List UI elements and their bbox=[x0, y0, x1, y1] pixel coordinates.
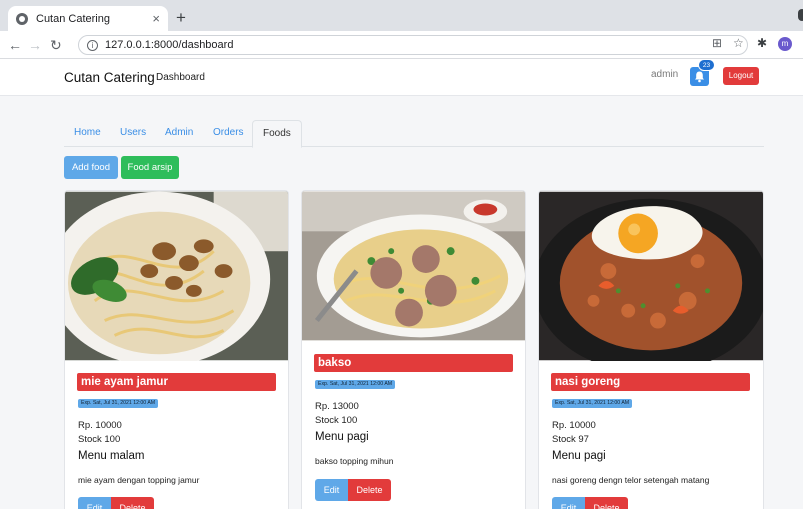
expiry-badge: Exp. Sat, Jul 31, 2021 12:00 AM bbox=[315, 380, 396, 389]
bell-icon bbox=[695, 71, 704, 83]
browser-tab[interactable]: Cutan Catering × bbox=[8, 6, 168, 31]
edit-button[interactable]: Edit bbox=[315, 479, 348, 501]
profile-avatar[interactable]: m bbox=[778, 37, 792, 51]
edit-button[interactable]: Edit bbox=[78, 497, 111, 509]
edit-button[interactable]: Edit bbox=[552, 497, 585, 509]
food-description: mie ayam dengan topping jamur bbox=[78, 475, 200, 485]
food-price: Rp. 10000 bbox=[552, 420, 596, 431]
url-text: 127.0.0.1:8000/dashboard bbox=[105, 39, 234, 51]
add-food-button[interactable]: Add food bbox=[64, 156, 118, 179]
new-tab-button[interactable]: + bbox=[176, 8, 186, 28]
globe-icon bbox=[16, 12, 28, 25]
food-price: Rp. 13000 bbox=[315, 401, 359, 412]
expiry-badge: Exp. Sat, Jul 31, 2021 12:00 AM bbox=[552, 399, 633, 408]
address-bar[interactable]: i 127.0.0.1:8000/dashboard bbox=[78, 35, 748, 55]
delete-button[interactable]: Delete bbox=[348, 479, 391, 501]
close-tab-icon[interactable]: × bbox=[152, 11, 160, 26]
extensions-puzzle-icon[interactable]: ✱ bbox=[757, 36, 767, 50]
tab-admin[interactable]: Admin bbox=[165, 127, 193, 138]
food-stock: Stock 100 bbox=[315, 415, 358, 426]
expiry-badge: Exp. Sat, Jul 31, 2021 12:00 AM bbox=[78, 399, 159, 408]
reload-icon[interactable]: ↻ bbox=[50, 35, 62, 55]
notification-count-badge: 23 bbox=[698, 59, 715, 71]
food-image bbox=[539, 191, 763, 361]
food-price: Rp. 10000 bbox=[78, 420, 122, 431]
food-image bbox=[302, 191, 525, 341]
translate-icon[interactable]: ⊞ bbox=[712, 36, 722, 50]
food-card: mie ayam jamur Exp. Sat, Jul 31, 2021 12… bbox=[64, 190, 289, 509]
browser-tab-strip: Cutan Catering × + bbox=[0, 0, 803, 31]
food-card: nasi goreng Exp. Sat, Jul 31, 2021 12:00… bbox=[538, 190, 764, 509]
forward-arrow-icon[interactable]: → bbox=[28, 35, 42, 55]
logout-button[interactable]: Logout bbox=[723, 67, 759, 85]
food-name: mie ayam jamur bbox=[77, 373, 276, 391]
food-menu: Menu pagi bbox=[552, 450, 606, 462]
tab-users[interactable]: Users bbox=[120, 127, 146, 138]
food-menu: Menu malam bbox=[78, 450, 145, 462]
brand-logo[interactable]: Cutan Catering bbox=[64, 70, 155, 85]
nav-dashboard-link[interactable]: Dashboard bbox=[156, 72, 205, 83]
delete-button[interactable]: Delete bbox=[111, 497, 154, 509]
food-image bbox=[65, 191, 288, 361]
user-name[interactable]: admin bbox=[651, 69, 678, 80]
food-stock: Stock 97 bbox=[552, 434, 589, 445]
window-control-icon[interactable] bbox=[798, 9, 803, 21]
tab-foods[interactable]: Foods bbox=[252, 120, 302, 148]
section-tabs: Home Users Admin Orders Foods bbox=[64, 120, 764, 148]
browser-tab-title: Cutan Catering bbox=[36, 12, 110, 25]
food-stock: Stock 100 bbox=[78, 434, 121, 445]
bookmark-star-icon[interactable]: ☆ bbox=[733, 36, 744, 50]
food-archive-button[interactable]: Food arsip bbox=[121, 156, 179, 179]
food-menu: Menu pagi bbox=[315, 431, 369, 443]
delete-button[interactable]: Delete bbox=[585, 497, 628, 509]
site-info-icon[interactable]: i bbox=[87, 39, 98, 51]
food-description: nasi goreng dengn telor setengah matang bbox=[552, 475, 710, 485]
app-navbar: Cutan Catering Dashboard admin 23 Logout bbox=[0, 59, 803, 96]
tab-home[interactable]: Home bbox=[74, 127, 101, 138]
tab-orders[interactable]: Orders bbox=[213, 127, 244, 138]
food-description: bakso topping mihun bbox=[315, 456, 394, 466]
food-name: bakso bbox=[314, 354, 513, 372]
food-card: bakso Exp. Sat, Jul 31, 2021 12:00 AM Rp… bbox=[301, 190, 526, 509]
food-name: nasi goreng bbox=[551, 373, 750, 391]
back-arrow-icon[interactable]: ← bbox=[8, 35, 22, 55]
